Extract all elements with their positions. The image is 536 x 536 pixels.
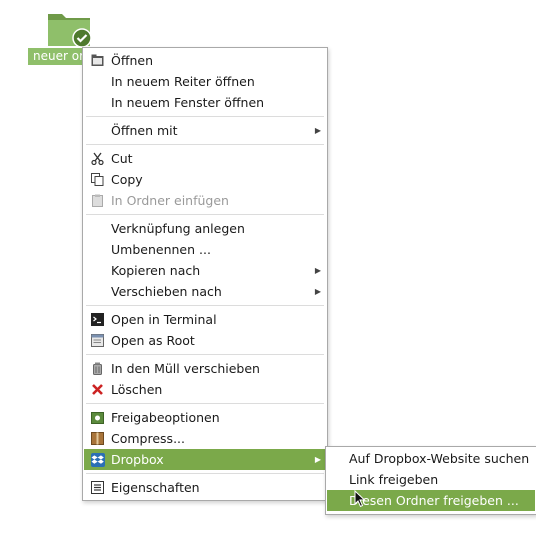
menu-item-label: Cut xyxy=(111,151,133,166)
menu-item-label: Auf Dropbox-Website suchen xyxy=(349,451,530,466)
menu-separator xyxy=(86,354,324,355)
menu-separator xyxy=(86,305,324,306)
menu-item-label: Kopieren nach xyxy=(111,263,201,278)
menu-item-create-link[interactable]: Verknüpfung anlegen xyxy=(84,218,326,239)
menu-item-copy[interactable]: Copy xyxy=(84,169,326,190)
copy-icon xyxy=(90,172,105,187)
menu-item-label: In Ordner einfügen xyxy=(111,193,229,208)
submenu-arrow-icon: ▶ xyxy=(314,126,321,135)
menu-item-label: Eigenschaften xyxy=(111,480,200,495)
menu-separator xyxy=(86,214,324,215)
submenu-arrow-icon: ▶ xyxy=(314,266,321,275)
menu-item-label: Diesen Ordner freigeben ... xyxy=(349,493,519,508)
menu-item-open-new-tab[interactable]: In neuem Reiter öffnen xyxy=(84,71,326,92)
menu-item-label: In den Müll verschieben xyxy=(111,361,260,376)
menu-item-rename[interactable]: Umbenennen ... xyxy=(84,239,326,260)
menu-item-label: Verknüpfung anlegen xyxy=(111,221,245,236)
menu-separator xyxy=(86,144,324,145)
folder-icon xyxy=(48,14,92,48)
root-window-icon xyxy=(90,333,105,348)
properties-icon xyxy=(90,480,105,495)
mouse-cursor-icon xyxy=(354,490,366,508)
menu-item-label: Compress... xyxy=(111,431,185,446)
menu-item-move-to-trash[interactable]: In den Müll verschieben xyxy=(84,358,326,379)
terminal-icon xyxy=(90,312,105,327)
submenu-arrow-icon: ▶ xyxy=(314,455,321,464)
menu-item-paste-into-folder[interactable]: In Ordner einfügen xyxy=(84,190,326,211)
submenu-item-search-dropbox-website[interactable]: Auf Dropbox-Website suchen xyxy=(327,448,535,469)
menu-item-properties[interactable]: Eigenschaften xyxy=(84,477,326,498)
menu-separator xyxy=(86,403,324,404)
menu-item-dropbox[interactable]: Dropbox ▶ xyxy=(84,449,326,470)
menu-item-open-with[interactable]: Öffnen mit ▶ xyxy=(84,120,326,141)
delete-x-icon xyxy=(90,382,105,397)
menu-item-label: Open as Root xyxy=(111,333,195,348)
menu-item-label: Freigabeoptionen xyxy=(111,410,220,425)
submenu-item-share-link[interactable]: Link freigeben xyxy=(327,469,535,490)
menu-item-label: In neuem Reiter öffnen xyxy=(111,74,255,89)
menu-item-compress[interactable]: Compress... xyxy=(84,428,326,449)
menu-separator xyxy=(86,116,324,117)
trash-icon xyxy=(90,361,105,376)
menu-separator xyxy=(86,473,324,474)
menu-item-label: Link freigeben xyxy=(349,472,439,487)
menu-item-sharing-options[interactable]: Freigabeoptionen xyxy=(84,407,326,428)
menu-item-open-as-root[interactable]: Open as Root xyxy=(84,330,326,351)
paste-icon xyxy=(90,193,105,208)
scissors-icon xyxy=(90,151,105,166)
context-menu: Öffnen In neuem Reiter öffnen In neuem F… xyxy=(82,47,328,501)
menu-item-label: Verschieben nach xyxy=(111,284,222,299)
menu-item-open-terminal[interactable]: Open in Terminal xyxy=(84,309,326,330)
menu-item-label: Dropbox xyxy=(111,452,164,467)
menu-item-label: Öffnen xyxy=(111,53,153,68)
menu-item-label: Open in Terminal xyxy=(111,312,217,327)
menu-item-label: Öffnen mit xyxy=(111,123,178,138)
submenu-arrow-icon: ▶ xyxy=(314,287,321,296)
menu-item-label: Umbenennen ... xyxy=(111,242,211,257)
menu-item-cut[interactable]: Cut xyxy=(84,148,326,169)
menu-item-delete[interactable]: Löschen xyxy=(84,379,326,400)
menu-item-move-to[interactable]: Verschieben nach ▶ xyxy=(84,281,326,302)
archive-icon xyxy=(90,431,105,446)
menu-item-open[interactable]: Öffnen xyxy=(84,50,326,71)
dropbox-icon xyxy=(90,452,105,467)
menu-item-label: Copy xyxy=(111,172,143,187)
menu-item-label: Löschen xyxy=(111,382,163,397)
menu-item-label: In neuem Fenster öffnen xyxy=(111,95,265,110)
menu-item-copy-to[interactable]: Kopieren nach ▶ xyxy=(84,260,326,281)
open-icon xyxy=(90,53,105,68)
menu-item-open-new-window[interactable]: In neuem Fenster öffnen xyxy=(84,92,326,113)
share-folder-icon xyxy=(90,410,105,425)
